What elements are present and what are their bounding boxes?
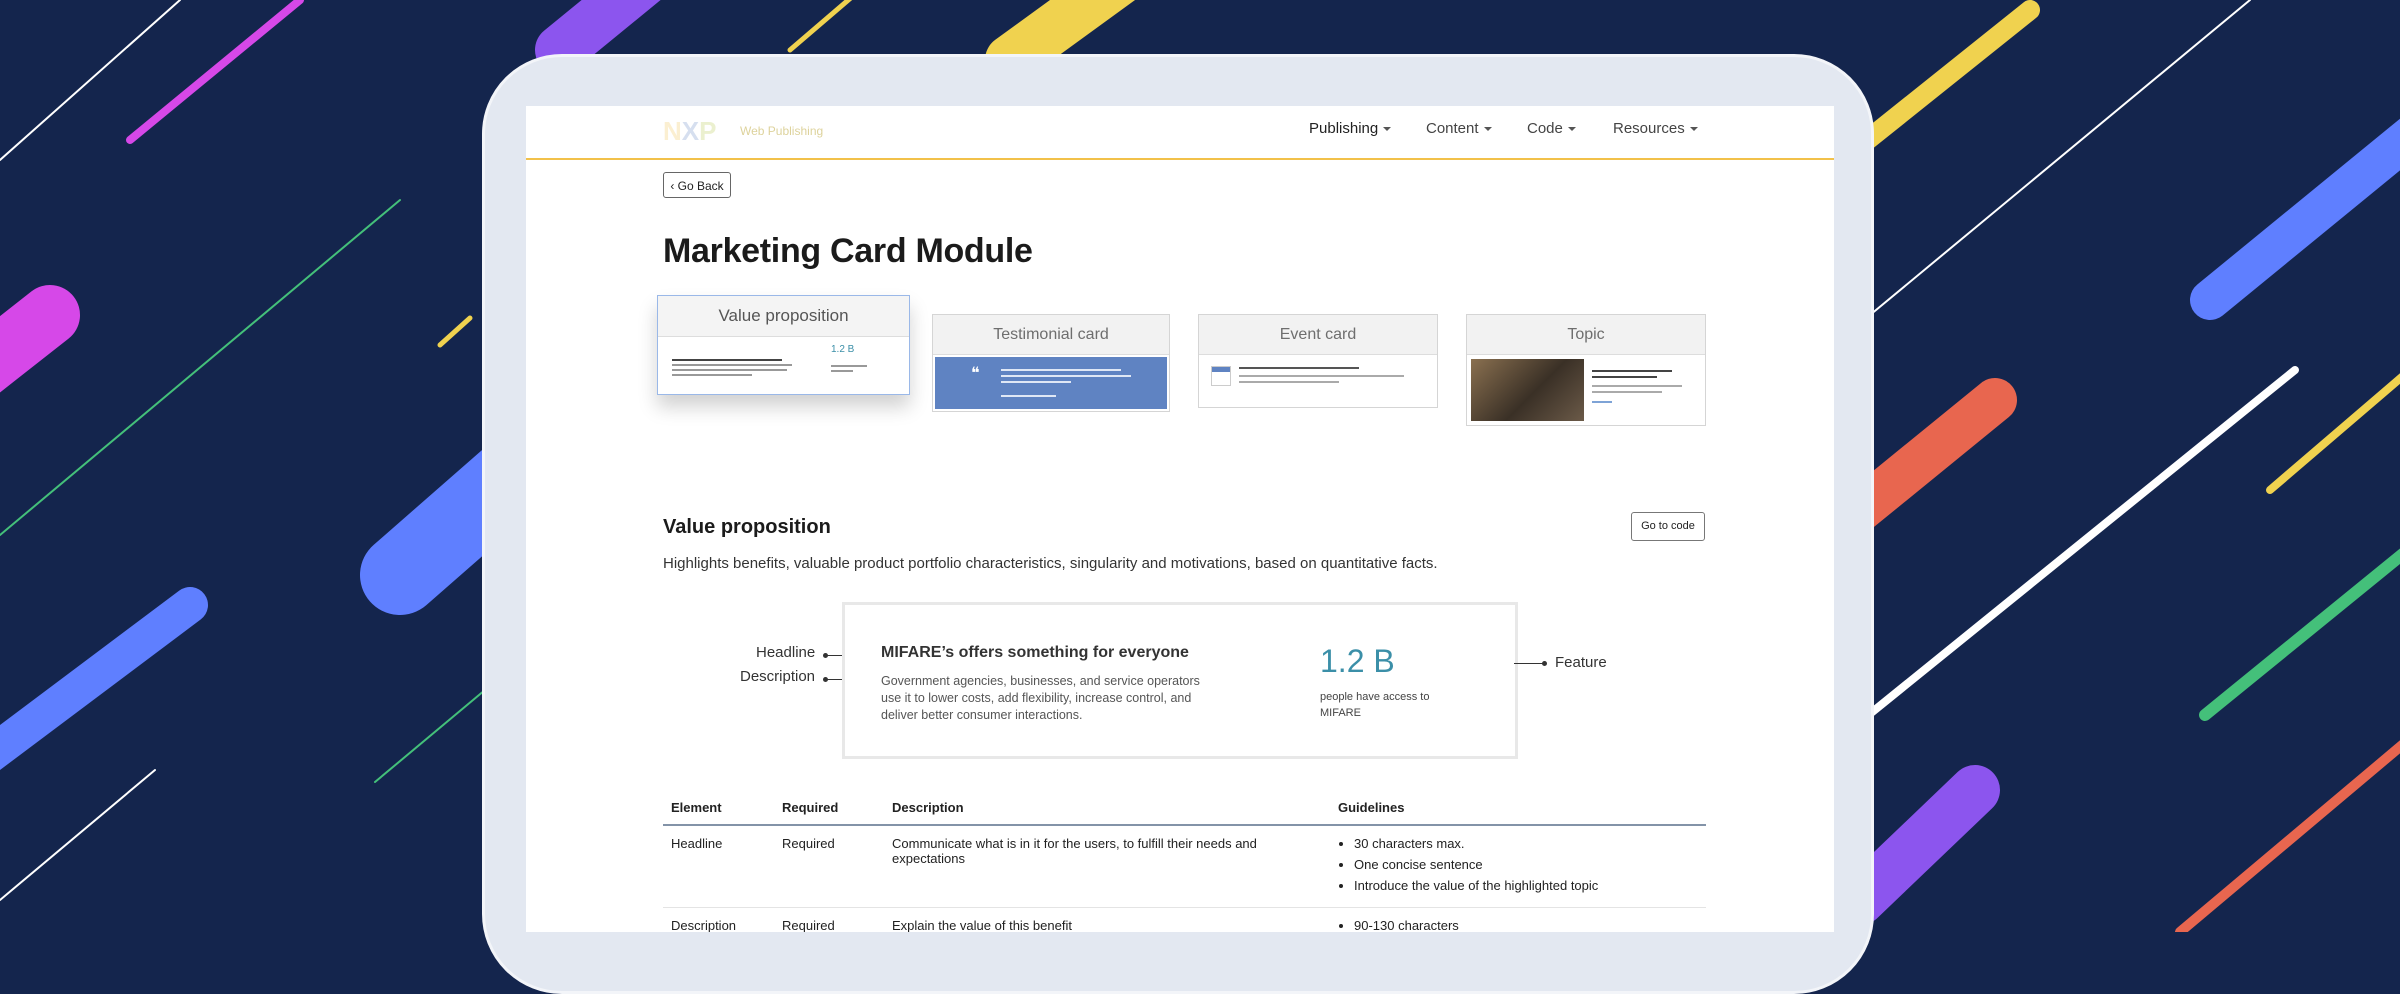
nav-menu-label: Content xyxy=(1426,120,1479,137)
callout-line xyxy=(1514,663,1544,664)
table-header-row: Element Required Description Guidelines xyxy=(663,790,1706,826)
calendar-icon xyxy=(1211,366,1231,386)
nxp-logo: NXP xyxy=(663,116,717,146)
quote-icon: ❝ xyxy=(971,365,980,382)
guideline-item: Introduce the value of the highlighted t… xyxy=(1354,878,1698,893)
callout-description: Description xyxy=(740,668,816,685)
guideline-item: 30 characters max. xyxy=(1354,836,1698,851)
go-to-code-button[interactable]: Go to code xyxy=(1631,512,1705,541)
card-preview xyxy=(1199,355,1437,405)
preview-number: 1.2 B xyxy=(831,344,855,355)
example-feature-caption: people have access to MIFARE xyxy=(1320,691,1430,719)
column-header: Description xyxy=(884,790,1330,826)
nav-menu-code[interactable]: Code xyxy=(1527,120,1576,137)
go-back-button[interactable]: ‹ Go Back xyxy=(663,172,731,198)
callout-dot xyxy=(1542,661,1547,666)
card-tab-label: Value proposition xyxy=(658,296,909,337)
callout-headline: Headline xyxy=(756,644,816,661)
table-row: Headline Required Communicate what is in… xyxy=(663,825,1706,908)
page-title: Marketing Card Module xyxy=(663,232,1033,270)
card-tab-value-proposition[interactable]: Value proposition ​ 1.2 B xyxy=(657,295,910,395)
column-header: Required xyxy=(774,790,884,826)
cell-description: Communicate what is in it for the users,… xyxy=(884,825,1330,908)
card-preview: ​ 1.2 B xyxy=(658,337,909,395)
card-tab-testimonial[interactable]: Testimonial card ❝ xyxy=(932,314,1170,412)
card-tab-label: Testimonial card xyxy=(933,315,1169,355)
table-row: Description Required Explain the value o… xyxy=(663,907,1706,932)
app-screen: NXP Web Publishing Publishing Content Co… xyxy=(526,106,1834,932)
brand-subtitle: Web Publishing xyxy=(740,124,824,138)
example-headline: MIFARE’s offers something for everyone xyxy=(881,644,1189,661)
cell-guidelines: 30 characters max. One concise sentence … xyxy=(1330,825,1706,908)
preview-text: ​ xyxy=(672,350,802,376)
example-feature-value: 1.2 B xyxy=(1320,643,1395,679)
caret-down-icon xyxy=(1483,127,1492,132)
nav-menu-label: Resources xyxy=(1613,120,1685,137)
example-description: Government agencies, businesses, and ser… xyxy=(881,674,1200,722)
guidelines-table: Element Required Description Guidelines … xyxy=(663,790,1706,932)
top-navigation: NXP Web Publishing Publishing Content Co… xyxy=(526,106,1834,160)
nav-menu-label: Publishing xyxy=(1309,120,1379,137)
callout-feature: Feature xyxy=(1555,654,1607,671)
caret-down-icon xyxy=(1567,127,1576,132)
card-tab-label: Event card xyxy=(1199,315,1437,355)
card-tab-label: Topic xyxy=(1467,315,1705,355)
section-description: Highlights benefits, valuable product po… xyxy=(663,555,1438,572)
column-header: Guidelines xyxy=(1330,790,1706,826)
card-tab-topic[interactable]: Topic xyxy=(1466,314,1706,426)
example-value-card: MIFARE’s offers something for everyone G… xyxy=(842,602,1518,759)
nav-menu-content[interactable]: Content xyxy=(1426,120,1492,137)
cell-element: Description xyxy=(663,907,774,932)
chevron-left-icon: ‹ xyxy=(670,179,678,193)
go-back-label: Go Back xyxy=(677,179,724,193)
caret-down-icon xyxy=(1689,127,1698,132)
cell-required: Required xyxy=(774,907,884,932)
column-header: Element xyxy=(663,790,774,826)
cell-element: Headline xyxy=(663,825,774,908)
cell-description: Explain the value of this benefit xyxy=(884,907,1330,932)
nav-menu-resources[interactable]: Resources xyxy=(1613,120,1698,137)
guideline-item: 90-130 characters xyxy=(1354,918,1698,932)
topic-photo xyxy=(1471,359,1584,421)
guideline-item: One concise sentence xyxy=(1354,857,1698,872)
cell-required: Required xyxy=(774,825,884,908)
preview-text xyxy=(831,370,853,372)
nav-menu-publishing[interactable]: Publishing xyxy=(1309,120,1392,137)
section-title: Value proposition xyxy=(663,516,831,538)
card-tab-event[interactable]: Event card xyxy=(1198,314,1438,408)
caret-down-icon xyxy=(1383,127,1392,132)
preview-text xyxy=(831,365,867,367)
nav-menu-label: Code xyxy=(1527,120,1563,137)
card-preview: ❝ xyxy=(935,357,1167,409)
cell-guidelines: 90-130 characters xyxy=(1330,907,1706,932)
